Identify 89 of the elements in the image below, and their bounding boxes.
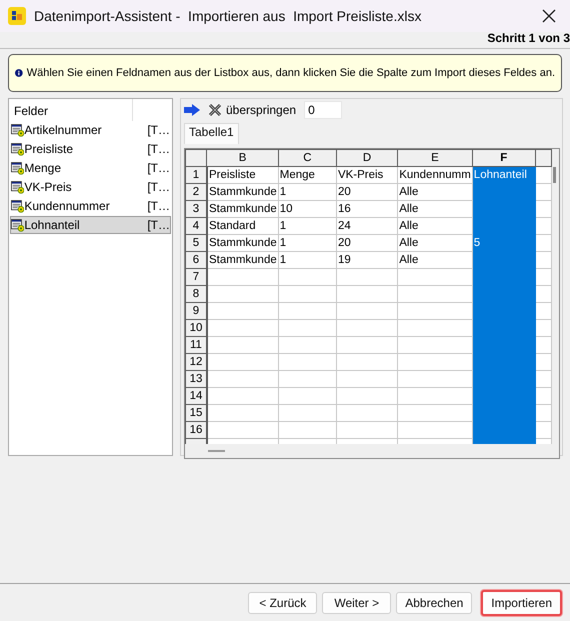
field-list-item[interactable]: Menge [T… bbox=[10, 159, 171, 177]
row-header[interactable]: 3 bbox=[186, 200, 207, 218]
field-name: Menge bbox=[24, 161, 62, 175]
field-type: [T… bbox=[146, 161, 170, 175]
skip-count-field[interactable]: 0 bbox=[304, 101, 342, 119]
column-header[interactable]: C bbox=[278, 150, 336, 166]
field-name: Kundennummer bbox=[24, 199, 111, 213]
row-header[interactable]: 1 bbox=[186, 166, 207, 184]
table-cell: Stammkunde bbox=[206, 252, 278, 268]
field-list-item[interactable]: VK-Preis [T… bbox=[10, 178, 171, 196]
field-table-icon bbox=[11, 179, 24, 195]
cross-icon[interactable] bbox=[208, 103, 222, 117]
row-header[interactable]: 6 bbox=[186, 252, 207, 268]
field-list-item[interactable]: Preisliste [T… bbox=[10, 140, 171, 158]
table-cell: 1 bbox=[278, 218, 336, 234]
skip-label: überspringen bbox=[226, 103, 296, 117]
field-type: [T… bbox=[146, 199, 170, 213]
table-cell: 1 bbox=[278, 234, 336, 252]
table-cell: 19 bbox=[336, 252, 398, 268]
wizard-button[interactable]: < Zurück bbox=[248, 592, 318, 614]
table-cell: Preisliste bbox=[206, 166, 278, 184]
table-cell: Alle bbox=[398, 234, 472, 252]
field-table-icon bbox=[11, 198, 24, 214]
info-icon bbox=[15, 66, 23, 80]
field-name: VK-Preis bbox=[24, 180, 73, 194]
app-logo-icon bbox=[8, 7, 26, 25]
table-cell: 1 bbox=[278, 252, 336, 268]
field-name: Preisliste bbox=[24, 142, 74, 156]
table-cell: Standard bbox=[206, 218, 278, 234]
field-list-item[interactable]: Lohnanteil [T… bbox=[10, 216, 171, 234]
table-cell: Alle bbox=[398, 218, 472, 234]
wizard-button[interactable]: Abbrechen bbox=[396, 592, 472, 614]
table-cell: 10 bbox=[278, 200, 336, 218]
table-cell: Stammkunde bbox=[206, 234, 278, 252]
scrollbar-thumb[interactable] bbox=[208, 450, 225, 452]
row-header[interactable]: 2 bbox=[186, 184, 207, 200]
table-cell: 24 bbox=[336, 218, 398, 234]
column-header: Felder bbox=[9, 99, 133, 121]
row-header[interactable]: 13 bbox=[186, 370, 207, 388]
table-cell: VK-Preis bbox=[336, 166, 398, 184]
field-type: [T… bbox=[146, 180, 170, 194]
column-header[interactable]: B bbox=[206, 150, 278, 166]
field-type: [T… bbox=[146, 123, 170, 137]
table-cell: 20 bbox=[336, 234, 398, 252]
table-cell: Lohnanteil bbox=[472, 166, 536, 184]
table-cell: 16 bbox=[336, 200, 398, 218]
table-cell: 1 bbox=[278, 184, 336, 200]
row-header[interactable]: 14 bbox=[186, 388, 207, 404]
table-cell: Alle bbox=[398, 200, 472, 218]
row-header[interactable]: 4 bbox=[186, 218, 207, 234]
table-cell: Stammkunde bbox=[206, 200, 278, 218]
column-header[interactable]: E bbox=[398, 150, 472, 166]
table-cell: Alle bbox=[398, 252, 472, 268]
table-cell: 20 bbox=[336, 184, 398, 200]
column-header[interactable]: D bbox=[336, 150, 398, 166]
row-header[interactable]: 16 bbox=[186, 422, 207, 438]
table-cell: Kundennumm bbox=[398, 166, 472, 184]
row-header[interactable]: 12 bbox=[186, 354, 207, 370]
field-name: Lohnanteil bbox=[24, 218, 81, 232]
row-header[interactable]: 7 bbox=[186, 268, 207, 286]
field-table-icon bbox=[11, 217, 24, 233]
field-table-icon bbox=[11, 141, 24, 157]
row-header[interactable]: 10 bbox=[186, 320, 207, 336]
row-header[interactable]: 15 bbox=[186, 404, 207, 422]
row-header[interactable]: 9 bbox=[186, 302, 207, 320]
field-table-icon bbox=[11, 160, 24, 176]
arrow-right-icon[interactable] bbox=[184, 104, 200, 116]
row-header[interactable]: 5 bbox=[186, 234, 207, 252]
info-text: Wählen Sie einen Feldnamen aus der Listbox aus, dann klicken Sie die Spalte zum Import dieses Feldes an. bbox=[26, 67, 555, 79]
field-name: Artikelnummer bbox=[24, 123, 103, 137]
column-header[interactable]: F bbox=[472, 150, 536, 166]
wizard-button[interactable]: Weiter > bbox=[322, 592, 392, 614]
table-cell: Stammkunde bbox=[206, 184, 278, 200]
field-type: [T… bbox=[146, 218, 170, 232]
row-header[interactable]: 8 bbox=[186, 286, 207, 302]
field-type: [T… bbox=[146, 142, 170, 156]
step-indicator: Schritt 1 von 3 bbox=[487, 32, 570, 44]
field-list-item[interactable]: Artikelnummer [T… bbox=[10, 121, 171, 139]
table-cell: 5 bbox=[472, 234, 536, 252]
scrollbar-thumb[interactable] bbox=[553, 167, 556, 183]
row-header[interactable]: 11 bbox=[186, 336, 207, 354]
table-cell: Alle bbox=[398, 184, 472, 200]
table-cell: Menge bbox=[278, 166, 336, 184]
sheet-tab[interactable]: Tabelle1 bbox=[184, 123, 239, 144]
field-list-item[interactable]: Kundennummer [T… bbox=[10, 197, 171, 215]
wizard-button[interactable]: Importieren bbox=[481, 590, 562, 616]
window-title: Datenimport-Assistent - Importieren aus Import Preisliste.xlsx bbox=[34, 8, 422, 24]
close-icon[interactable] bbox=[542, 9, 556, 23]
field-table-icon bbox=[11, 122, 24, 138]
